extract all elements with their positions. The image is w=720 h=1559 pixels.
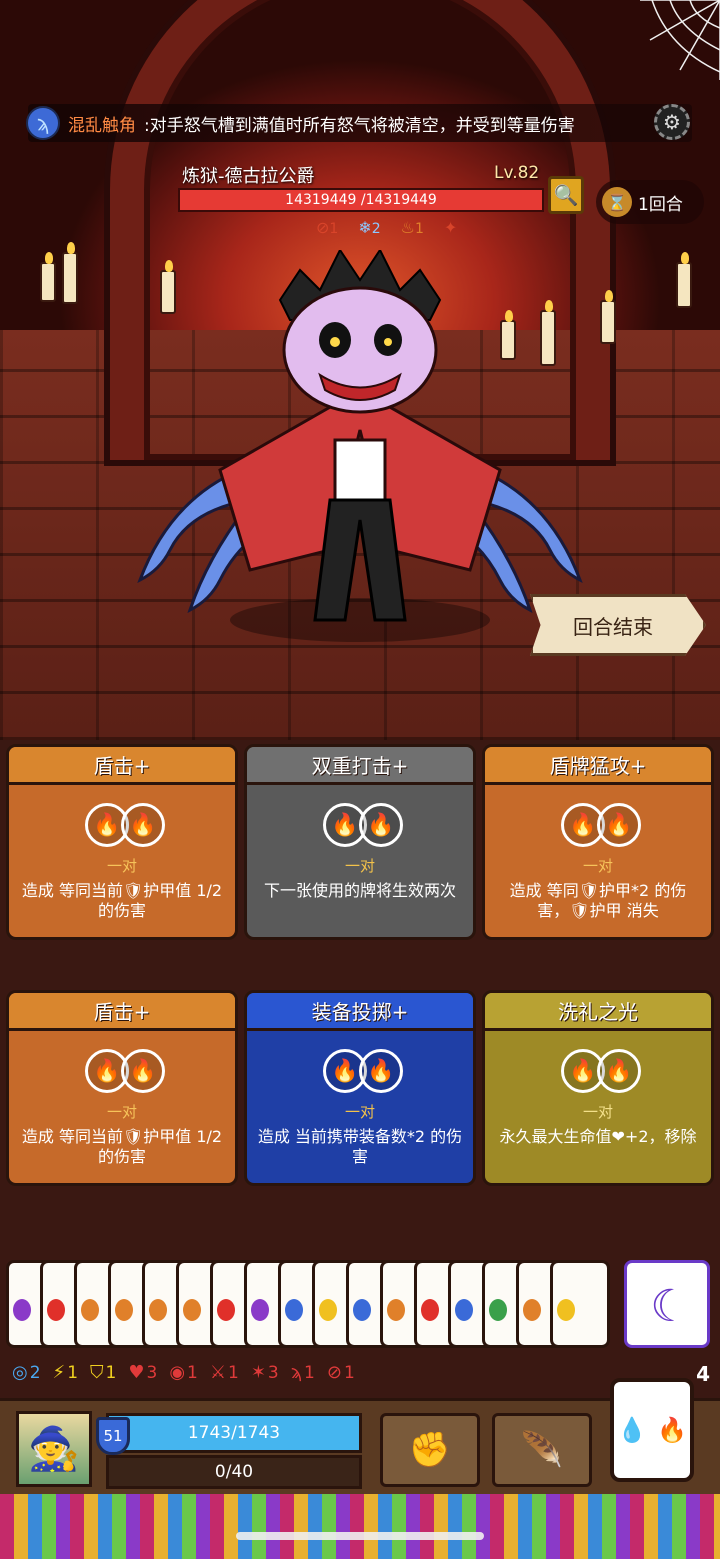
player-buff-row: ◎ 2 ⚡ 1 ⛉ 1 ♥ 3 ◉ 1 ⚔ 1 ✶ 3 ϡ 1 ⊘ 1 [12, 1362, 355, 1383]
snowflake-icon[interactable]: ❄2 [358, 218, 380, 237]
strike-icon: ⊘ [326, 1362, 342, 1383]
skill-card[interactable]: 盾击+ 🔥 🔥 一对造成 等同当前🛡护甲值 1/2 的伤害 [6, 744, 238, 940]
fire-icon: 🔥 [121, 1049, 165, 1093]
card-description: 造成 当前携带装备数*2 的伤害 [257, 1127, 463, 1166]
sword-shield-icon: ⚔ [209, 1362, 226, 1383]
boss-name: 炼狱-德古拉公爵 [182, 166, 315, 187]
claw-equipment-icon[interactable]: 🪶 [492, 1413, 592, 1487]
hand-of-cards: ☾ [6, 1260, 714, 1350]
boss-level: Lv.82 [494, 163, 540, 183]
ability-name: 混乱触角 [68, 115, 136, 136]
moon-card[interactable]: ☾ [624, 1260, 710, 1348]
card-requirement: 一对 [344, 857, 375, 875]
end-turn-button[interactable]: 回合结束 [530, 594, 706, 656]
home-indicator[interactable] [236, 1532, 484, 1540]
round-label: 1回合 [638, 194, 683, 215]
tentacle-icon: ϡ [26, 106, 60, 140]
lightning-icon-stat[interactable]: ⚡ 1 [53, 1362, 78, 1383]
skill-card[interactable]: 洗礼之光 🔥 🔥 一对永久最大生命值❤+2，移除 [482, 990, 714, 1186]
heart-shield-icon-stat[interactable]: ♥ 3 [128, 1362, 157, 1383]
card-title: 装备投掷+ [247, 993, 473, 1031]
flame-icon[interactable]: ♨1 [401, 218, 424, 237]
shield-icon-stat[interactable]: ⛉ 1 [90, 1362, 116, 1383]
card-requirement: 一对 [106, 1103, 137, 1121]
dice-slot-pair: 🔥 🔥 [323, 803, 403, 847]
candle [676, 252, 692, 308]
card-requirement: 一对 [106, 857, 137, 875]
card-description: 造成 等同🛡护甲*2 的伤害，🛡护甲 消失 [509, 881, 687, 920]
candle [40, 252, 56, 302]
skill-card[interactable]: 双重打击+ 🔥 🔥 一对下一张使用的牌将生效两次 [244, 744, 476, 940]
fire-icon: 🔥 [597, 1049, 641, 1093]
card-description: 造成 等同当前🛡护甲值 1/2 的伤害 [21, 881, 223, 920]
deck-card-strip[interactable] [0, 1494, 720, 1559]
boss-ability-banner[interactable]: ϡ 混乱触角 :对手怒气槽到满值时所有怒气将被清空，并受到等量伤害 [26, 104, 692, 142]
candle [62, 242, 78, 304]
boss-hp-bar: 14319449 /14319449 [178, 188, 544, 212]
player-level-shield: 51 [96, 1417, 130, 1455]
round-counter: ⌛ 1回合 [596, 180, 704, 224]
swirl-icon-stat[interactable]: ◎ 2 [12, 1362, 41, 1383]
skill-card[interactable]: 盾击+ 🔥 🔥 一对造成 等同当前🛡护甲值 1/2 的伤害 [6, 990, 238, 1186]
player-hp-bar: 1743/1743 [106, 1413, 362, 1453]
player-rage-text: 0/40 [214, 1462, 254, 1482]
swirl-icon: ◎ [12, 1362, 28, 1383]
claw-icon: ✶ [250, 1362, 266, 1383]
bleed-icon: ϡ [290, 1362, 303, 1383]
spider-web-icon [640, 0, 720, 80]
card-description: 下一张使用的牌将生效两次 [263, 881, 456, 900]
boss-status-effects: ⊘1 ❄2 ♨1 ✦ [316, 218, 457, 237]
gauntlet-equipment-icon[interactable]: ✊ [380, 1413, 480, 1487]
dice-slot-pair: 🔥 🔥 [561, 1049, 641, 1093]
boss-hp-text: 14319449 /14319449 [285, 192, 437, 208]
claw-icon-stat[interactable]: ✶ 3 [251, 1362, 279, 1383]
player-avatar[interactable]: 🧙 [16, 1411, 92, 1487]
player-rage-bar: 0/40 [106, 1455, 362, 1489]
sword-shield-icon-stat[interactable]: ⚔ 1 [210, 1362, 239, 1383]
hourglass-icon: ⌛ [602, 187, 632, 217]
card-description: 造成 等同当前🛡护甲值 1/2 的伤害 [21, 1127, 223, 1166]
card-requirement: 一对 [582, 857, 613, 875]
deck-count: 4 [696, 1362, 710, 1386]
fire-icon: 🔥 [359, 803, 403, 847]
player-hp-text: 1743/1743 [187, 1423, 281, 1443]
dice-slot-pair: 🔥 🔥 [85, 803, 165, 847]
magnifier-icon[interactable]: 🔍 [548, 176, 584, 214]
curse-icon[interactable]: ✦ [444, 218, 457, 237]
gear-icon[interactable]: ⚙ [654, 104, 690, 140]
bleed-icon-stat[interactable]: ϡ1 [291, 1362, 315, 1383]
strike-icon-stat[interactable]: ⊘ 1 [327, 1362, 355, 1383]
card-requirement: 一对 [582, 1103, 613, 1121]
shield-icon: ⛉ [90, 1362, 104, 1383]
skill-card[interactable]: 盾牌猛攻+ 🔥 🔥 一对造成 等同🛡护甲*2 的伤害，🛡护甲 消失 [482, 744, 714, 940]
card-title: 双重打击+ [247, 747, 473, 785]
fire-icon: 🔥 [121, 803, 165, 847]
moon-icon: ☾ [650, 1280, 690, 1332]
card-requirement: 一对 [344, 1103, 375, 1121]
card-title: 盾击+ [9, 993, 235, 1031]
skill-card[interactable]: 装备投掷+ 🔥 🔥 一对造成 当前携带装备数*2 的伤害 [244, 990, 476, 1186]
dice-slot-pair: 🔥 🔥 [323, 1049, 403, 1093]
heart-shield-icon: ♥ [128, 1362, 145, 1383]
target-icon: ◉ [169, 1362, 186, 1383]
card-title: 洗礼之光 [485, 993, 711, 1031]
card-title: 盾牌猛攻+ [485, 747, 711, 785]
dracula-boss-sprite[interactable] [130, 250, 590, 650]
candle [600, 290, 616, 344]
card-description: 永久最大生命值❤+2，移除 [499, 1127, 697, 1146]
broken-shield-icon[interactable]: ⊘1 [316, 218, 338, 237]
dice-slot-pair: 🔥 🔥 [85, 1049, 165, 1093]
target-icon-stat[interactable]: ◉ 1 [169, 1362, 198, 1383]
card-title: 盾击+ [9, 747, 235, 785]
fire-icon: 🔥 [359, 1049, 403, 1093]
fire-icon: 🔥 [597, 803, 641, 847]
ability-desc: :对手怒气槽到满值时所有怒气将被清空，并受到等量伤害 [144, 115, 575, 136]
dice-slot-pair: 🔥 🔥 [561, 803, 641, 847]
hand-card[interactable] [550, 1260, 610, 1348]
lightning-icon: ⚡ [52, 1362, 66, 1383]
dice-icon[interactable]: 💧 🔥 [610, 1378, 694, 1482]
